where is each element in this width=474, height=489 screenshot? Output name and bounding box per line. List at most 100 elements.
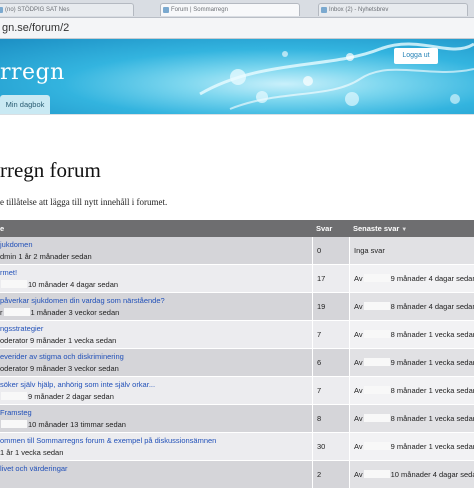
browser-tab-label: Forum | Sommarregn bbox=[171, 7, 228, 13]
table-body: jukdomen dmin 1 år 2 månader sedan 0 Ing… bbox=[0, 237, 474, 489]
replies-cell: 19 bbox=[312, 293, 349, 320]
last-reply: Av 8 månader 1 vecka sedan bbox=[354, 321, 474, 348]
redacted-author bbox=[1, 392, 27, 400]
redacted-author bbox=[363, 302, 390, 310]
last-reply-by: Av bbox=[354, 414, 363, 423]
reply-count: 7 bbox=[317, 386, 322, 395]
last-reply-time[interactable]: 8 månader 4 dagar sedan bbox=[391, 302, 474, 311]
redacted-author bbox=[363, 330, 390, 338]
topic-link[interactable]: Framsteg bbox=[0, 408, 32, 417]
topic-cell: jukdomen dmin 1 år 2 månader sedan bbox=[0, 237, 312, 264]
tab-my-diary[interactable]: Min dagbok bbox=[0, 95, 50, 114]
forum-table: e Svar Senaste svar ▼ jukdomen dmin 1 år … bbox=[0, 220, 474, 489]
redacted-author bbox=[3, 308, 30, 316]
reply-count: 17 bbox=[317, 274, 326, 283]
last-reply-time[interactable]: 8 månader 1 vecka sedan bbox=[391, 330, 474, 339]
last-reply-cell: Av 10 månader 4 dagar sedan bbox=[349, 461, 474, 488]
topic-link[interactable]: rmet! bbox=[0, 268, 17, 277]
topic-link[interactable]: ommen till Sommarregns forum & exempel p… bbox=[0, 436, 216, 445]
last-reply-time[interactable]: 9 månader 1 vecka sedan bbox=[391, 358, 474, 367]
table-row: påverkar sjukdomen din vardag som närstå… bbox=[0, 293, 474, 321]
reply-count: 6 bbox=[317, 358, 322, 367]
topic-meta: 10 månader 4 dagar sedan bbox=[0, 280, 118, 289]
page-title: rregn forum bbox=[0, 158, 101, 182]
url-text[interactable]: gn.se/forum/2 bbox=[0, 21, 474, 35]
last-reply-time[interactable]: 10 månader 4 dagar sedan bbox=[391, 470, 474, 479]
reply-count: 8 bbox=[317, 414, 322, 423]
table-row: jukdomen dmin 1 år 2 månader sedan 0 Ing… bbox=[0, 237, 474, 265]
topic-link[interactable]: livet och värderingar bbox=[0, 464, 68, 473]
table-row: ommen till Sommarregns forum & exempel p… bbox=[0, 433, 474, 461]
permission-notice: e tillåtelse att lägga till nytt innehål… bbox=[0, 197, 168, 207]
browser-tab-bar: (no) STÖDPIG SAT Nes Forum | Sommarregn … bbox=[0, 0, 474, 18]
table-row: rmet! 10 månader 4 dagar sedan 17 Av 9 må… bbox=[0, 265, 474, 293]
last-reply-by: Av bbox=[354, 358, 363, 367]
reply-count: 0 bbox=[317, 246, 322, 255]
topic-link[interactable]: jukdomen bbox=[0, 240, 33, 249]
topic-cell: rmet! 10 månader 4 dagar sedan bbox=[0, 265, 312, 292]
topic-link[interactable]: söker själv hjälp, anhörig som inte själ… bbox=[0, 380, 155, 389]
last-reply-cell: Av 9 månader 4 dagar sedan bbox=[349, 265, 474, 292]
redacted-author bbox=[363, 442, 390, 450]
replies-cell: 30 bbox=[312, 433, 349, 460]
table-header: e Svar Senaste svar ▼ bbox=[0, 220, 474, 237]
topic-posted: 1 månader 3 veckor sedan bbox=[30, 308, 120, 317]
column-header-replies[interactable]: Svar bbox=[316, 220, 332, 237]
replies-cell: 17 bbox=[312, 265, 349, 292]
page-favicon-icon bbox=[163, 7, 169, 13]
last-reply: Av 8 månader 4 dagar sedan bbox=[354, 293, 474, 320]
table-row: livet och värderingar 2 Av 10 månader 4 d… bbox=[0, 461, 474, 489]
topic-meta: oderator 9 månader 3 veckor sedan bbox=[0, 364, 119, 373]
topic-posted: oderator 9 månader 1 vecka sedan bbox=[0, 336, 117, 345]
author-prefix: r bbox=[0, 308, 3, 317]
address-bar[interactable]: gn.se/forum/2 bbox=[0, 18, 474, 39]
topic-posted: 10 månader 13 timmar sedan bbox=[28, 420, 126, 429]
replies-cell: 8 bbox=[312, 405, 349, 432]
redacted-author bbox=[363, 386, 390, 394]
last-reply-time[interactable]: Inga svar bbox=[354, 246, 385, 255]
topic-cell: Framsteg 10 månader 13 timmar sedan bbox=[0, 405, 312, 432]
table-row: everider av stigma och diskriminering od… bbox=[0, 349, 474, 377]
browser-tab-active[interactable]: Forum | Sommarregn bbox=[160, 3, 300, 16]
last-reply: Inga svar bbox=[354, 237, 385, 264]
topic-meta: 10 månader 13 timmar sedan bbox=[0, 420, 126, 429]
topic-link[interactable]: everider av stigma och diskriminering bbox=[0, 352, 124, 361]
topic-link[interactable]: ngsstrategier bbox=[0, 324, 43, 333]
topic-posted: 1 år 1 vecka sedan bbox=[0, 448, 64, 457]
replies-cell: 6 bbox=[312, 349, 349, 376]
browser-tab[interactable]: Inbox (2) - Nyhetsbrev bbox=[318, 3, 468, 16]
site-title[interactable]: rregn bbox=[0, 60, 65, 85]
logout-button[interactable]: Logga ut bbox=[394, 48, 438, 64]
last-reply: Av 10 månader 4 dagar sedan bbox=[354, 461, 474, 488]
last-reply-cell: Av 8 månader 1 vecka sedan bbox=[349, 405, 474, 432]
topic-meta: r 1 månader 3 veckor sedan bbox=[0, 308, 119, 317]
last-reply-by: Av bbox=[354, 442, 363, 451]
last-reply-by: Av bbox=[354, 470, 363, 479]
last-reply: Av 8 månader 1 vecka sedan bbox=[354, 377, 474, 404]
replies-cell: 0 bbox=[312, 237, 349, 264]
reply-count: 30 bbox=[317, 442, 326, 451]
browser-tab[interactable]: (no) STÖDPIG SAT Nes bbox=[0, 3, 134, 16]
last-reply-by: Av bbox=[354, 330, 363, 339]
topic-cell: livet och värderingar bbox=[0, 461, 312, 488]
sort-desc-icon: ▼ bbox=[401, 227, 408, 233]
topic-link[interactable]: påverkar sjukdomen din vardag som närstå… bbox=[0, 296, 165, 305]
last-reply-time[interactable]: 9 månader 4 dagar sedan bbox=[391, 274, 474, 283]
topic-meta: oderator 9 månader 1 vecka sedan bbox=[0, 336, 116, 345]
last-reply: Av 9 månader 1 vecka sedan bbox=[354, 433, 474, 460]
column-header-topic[interactable]: e bbox=[0, 220, 4, 237]
last-reply-time[interactable]: 8 månader 1 vecka sedan bbox=[391, 386, 474, 395]
topic-posted: oderator 9 månader 3 veckor sedan bbox=[0, 364, 119, 373]
last-reply: Av 8 månader 1 vecka sedan bbox=[354, 405, 474, 432]
topic-meta: 9 månader 2 dagar sedan bbox=[0, 392, 114, 401]
last-reply-time[interactable]: 8 månader 1 vecka sedan bbox=[391, 414, 474, 423]
last-reply-by: Av bbox=[354, 386, 363, 395]
replies-cell: 2 bbox=[312, 461, 349, 488]
last-reply-by: Av bbox=[354, 302, 363, 311]
last-reply-time[interactable]: 9 månader 1 vecka sedan bbox=[391, 442, 474, 451]
redacted-author bbox=[363, 358, 390, 366]
nav-divider bbox=[0, 114, 474, 115]
redacted-author bbox=[363, 274, 390, 282]
last-reply: Av 9 månader 1 vecka sedan bbox=[354, 349, 474, 376]
page-favicon-icon bbox=[0, 7, 3, 13]
